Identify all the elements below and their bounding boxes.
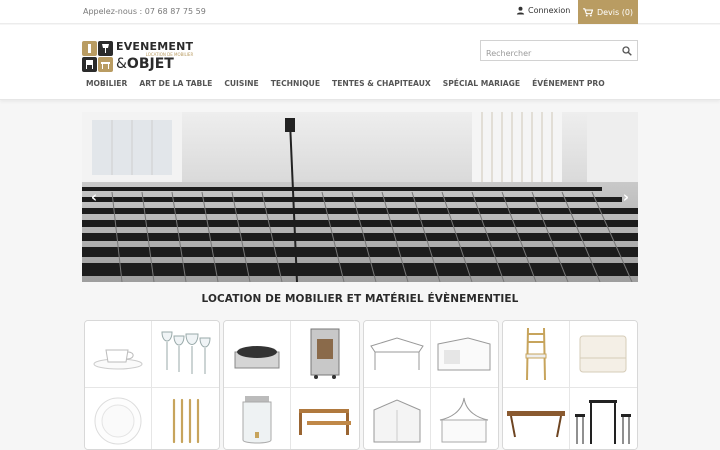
- wine-glasses-image: [161, 331, 211, 374]
- category-item[interactable]: [291, 388, 359, 449]
- menu-item-special-mariage[interactable]: SPÉCIAL MARIAGE: [437, 79, 526, 88]
- category-item[interactable]: [502, 388, 570, 449]
- quote-cart-button[interactable]: Devis (0): [578, 0, 638, 24]
- user-icon: [516, 6, 525, 15]
- site-header: EVENEMENT LOCATION DE MOBILIER &OBJET MO…: [0, 25, 720, 100]
- category-group-cuisine[interactable]: [223, 320, 360, 450]
- category-group-tentes[interactable]: [362, 320, 499, 450]
- category-item[interactable]: [430, 321, 498, 388]
- slider-next-arrow[interactable]: ›: [620, 190, 632, 205]
- menu-item-art-de-la-table[interactable]: ART DE LA TABLE: [133, 79, 218, 88]
- category-item[interactable]: [363, 321, 431, 388]
- category-item[interactable]: [152, 388, 220, 449]
- pop-up-tent-image: [369, 337, 424, 370]
- category-item[interactable]: [502, 321, 570, 388]
- hero-slider[interactable]: ‹ ›: [82, 112, 638, 282]
- site-logo[interactable]: EVENEMENT LOCATION DE MOBILIER &OBJET: [82, 40, 193, 72]
- category-item[interactable]: [430, 388, 498, 449]
- menu-item-cuisine[interactable]: CUISINE: [218, 79, 264, 88]
- logo-wordmark: EVENEMENT LOCATION DE MOBILIER &OBJET: [116, 41, 193, 71]
- phone-number: Appelez-nous : 07 68 87 75 59: [83, 7, 206, 16]
- category-group-art-de-la-table[interactable]: [84, 320, 221, 450]
- white-plates-image: [94, 397, 142, 445]
- login-label: Connexion: [528, 6, 571, 15]
- pagoda-tent-image: [440, 397, 489, 443]
- menu-item-technique[interactable]: TECHNIQUE: [265, 79, 326, 88]
- category-item[interactable]: [152, 321, 220, 388]
- gold-cutlery-image: [172, 398, 199, 444]
- cup-saucer-image: [93, 349, 143, 370]
- high-bar-table-image: [575, 400, 632, 444]
- gold-chiavari-chair-image: [525, 327, 547, 381]
- category-item[interactable]: [85, 321, 153, 388]
- menu-item-mobilier[interactable]: MOBILIER: [80, 79, 133, 88]
- side-tent-image: [437, 337, 491, 371]
- white-lounge-chair-image: [579, 335, 627, 373]
- slider-prev-arrow[interactable]: ‹: [88, 190, 100, 205]
- wooden-display-risers-image: [298, 409, 351, 435]
- crepe-maker-image: [234, 346, 280, 369]
- category-item[interactable]: [85, 388, 153, 449]
- wooden-table-image: [506, 411, 565, 438]
- section-title: LOCATION DE MOBILIER ET MATÉRIEL ÉVÈNEME…: [201, 293, 519, 305]
- category-item[interactable]: [224, 388, 292, 449]
- category-item[interactable]: [291, 321, 359, 388]
- category-item[interactable]: [224, 321, 292, 388]
- category-group-mobilier[interactable]: [501, 320, 638, 450]
- menu-item-tentes-chapiteaux[interactable]: TENTES & CHAPITEAUX: [326, 79, 437, 88]
- logo-line3: &OBJET: [116, 56, 174, 72]
- search-box: [480, 40, 638, 63]
- logo-line1: EVENEMENT: [116, 40, 194, 53]
- warming-cabinet-image: [310, 328, 340, 379]
- logo-tiles: [82, 40, 113, 72]
- search-input[interactable]: [481, 44, 611, 63]
- category-item[interactable]: [569, 321, 637, 388]
- search-icon[interactable]: [622, 46, 632, 56]
- menu-item-evenement-pro[interactable]: ÉVÉNEMENT PRO: [526, 79, 611, 88]
- slide-image-conference-room: [82, 112, 638, 282]
- login-link[interactable]: Connexion: [516, 6, 570, 15]
- cart-icon: [583, 7, 593, 17]
- category-item[interactable]: [363, 388, 431, 449]
- top-bar: Appelez-nous : 07 68 87 75 59 Connexion …: [0, 0, 720, 24]
- category-grid: [84, 320, 638, 450]
- main-menu: MOBILIER ART DE LA TABLE CUISINE TECHNIQ…: [80, 79, 611, 88]
- folding-tent-image: [373, 399, 421, 443]
- category-item[interactable]: [569, 388, 637, 449]
- cart-label: Devis (0): [596, 7, 634, 17]
- drink-dispenser-image: [242, 396, 272, 444]
